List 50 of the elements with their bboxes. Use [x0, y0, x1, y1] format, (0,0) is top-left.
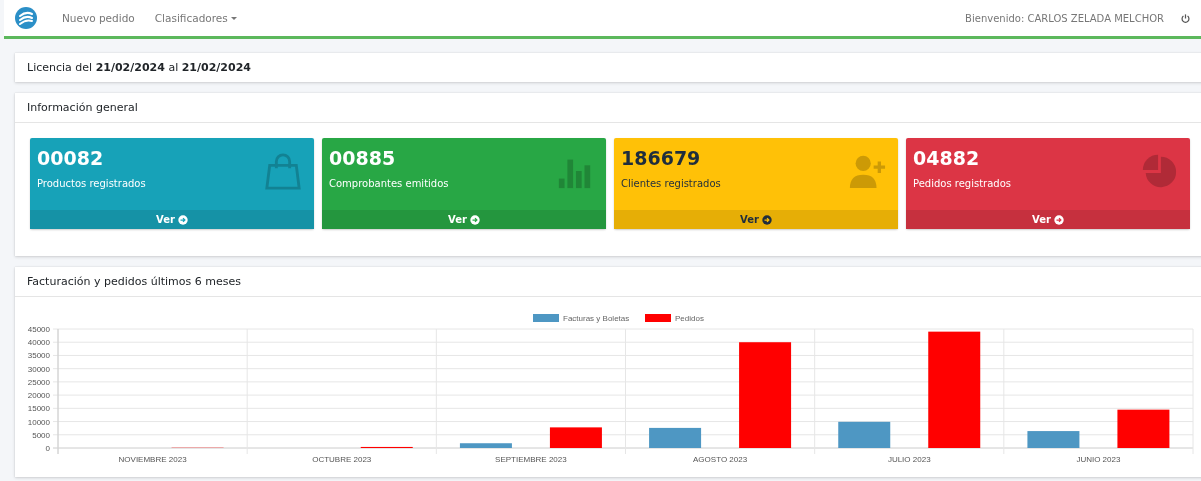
pie-chart-icon	[1140, 152, 1178, 190]
shopping-bag-icon	[264, 152, 302, 190]
stat-label: Pedidos registrados	[913, 178, 1013, 189]
stat-label: Productos registrados	[37, 178, 147, 189]
x-tick-label: AGOSTO 2023	[693, 455, 748, 464]
x-tick-label: JUNIO 2023	[1076, 455, 1121, 464]
y-tick-label: 25000	[27, 377, 50, 387]
bar	[838, 421, 891, 448]
y-tick-label: 45000	[27, 325, 50, 334]
arrow-circle-icon	[469, 214, 480, 225]
bar	[549, 427, 602, 448]
x-tick-label: SEPTIEMBRE 2023	[495, 455, 567, 464]
stat-label: Clientes registrados	[621, 178, 722, 189]
arrow-circle-icon	[1053, 214, 1064, 225]
stat-value: 04882	[913, 147, 981, 169]
logo-icon[interactable]	[14, 6, 38, 30]
y-tick-label: 0	[45, 444, 50, 453]
bar	[1117, 409, 1170, 448]
y-tick-label: 40000	[27, 338, 50, 348]
x-tick-label: OCTUBRE 2023	[312, 455, 372, 464]
legend-label: Pedidos	[675, 314, 704, 323]
x-tick-label: NOVIEMBRE 2023	[118, 455, 187, 464]
bar	[459, 443, 512, 448]
x-tick-label: JULIO 2023	[887, 455, 931, 464]
y-tick-label: 30000	[27, 364, 50, 374]
card-title: Información general	[27, 101, 138, 114]
y-tick-label: 35000	[27, 351, 50, 361]
arrow-circle-icon	[177, 214, 188, 225]
card-title: Facturación y pedidos últimos 6 meses	[27, 275, 241, 288]
view-link[interactable]: Ver	[322, 210, 606, 229]
y-tick-label: 15000	[27, 404, 50, 414]
stat-value: 00885	[329, 147, 397, 169]
view-link[interactable]: Ver	[906, 210, 1190, 229]
y-tick-label: 5000	[32, 430, 50, 440]
bar	[649, 427, 702, 448]
nav-link[interactable]: Clasificadores	[154, 12, 237, 24]
arrow-circle-icon	[761, 214, 772, 225]
view-link[interactable]: Ver	[614, 210, 898, 229]
bar	[1027, 431, 1080, 448]
stat-value: 00082	[37, 147, 105, 169]
stat-label: Comprobantes emitidos	[329, 178, 450, 189]
nav-link[interactable]: Nuevo pedido	[62, 12, 135, 24]
legend-label: Facturas y Boletas	[563, 314, 630, 323]
stat-value: 186679	[621, 147, 702, 169]
welcome-text: Bienvenido: CARLOS ZELADA MELCHOR	[965, 12, 1164, 24]
view-link[interactable]: Ver	[30, 210, 314, 229]
y-tick-label: 20000	[27, 391, 50, 401]
power-icon[interactable]	[1180, 12, 1191, 24]
y-tick-label: 10000	[27, 417, 50, 427]
license-text: Licencia del 21/02/2024 al 21/02/2024	[27, 61, 251, 74]
